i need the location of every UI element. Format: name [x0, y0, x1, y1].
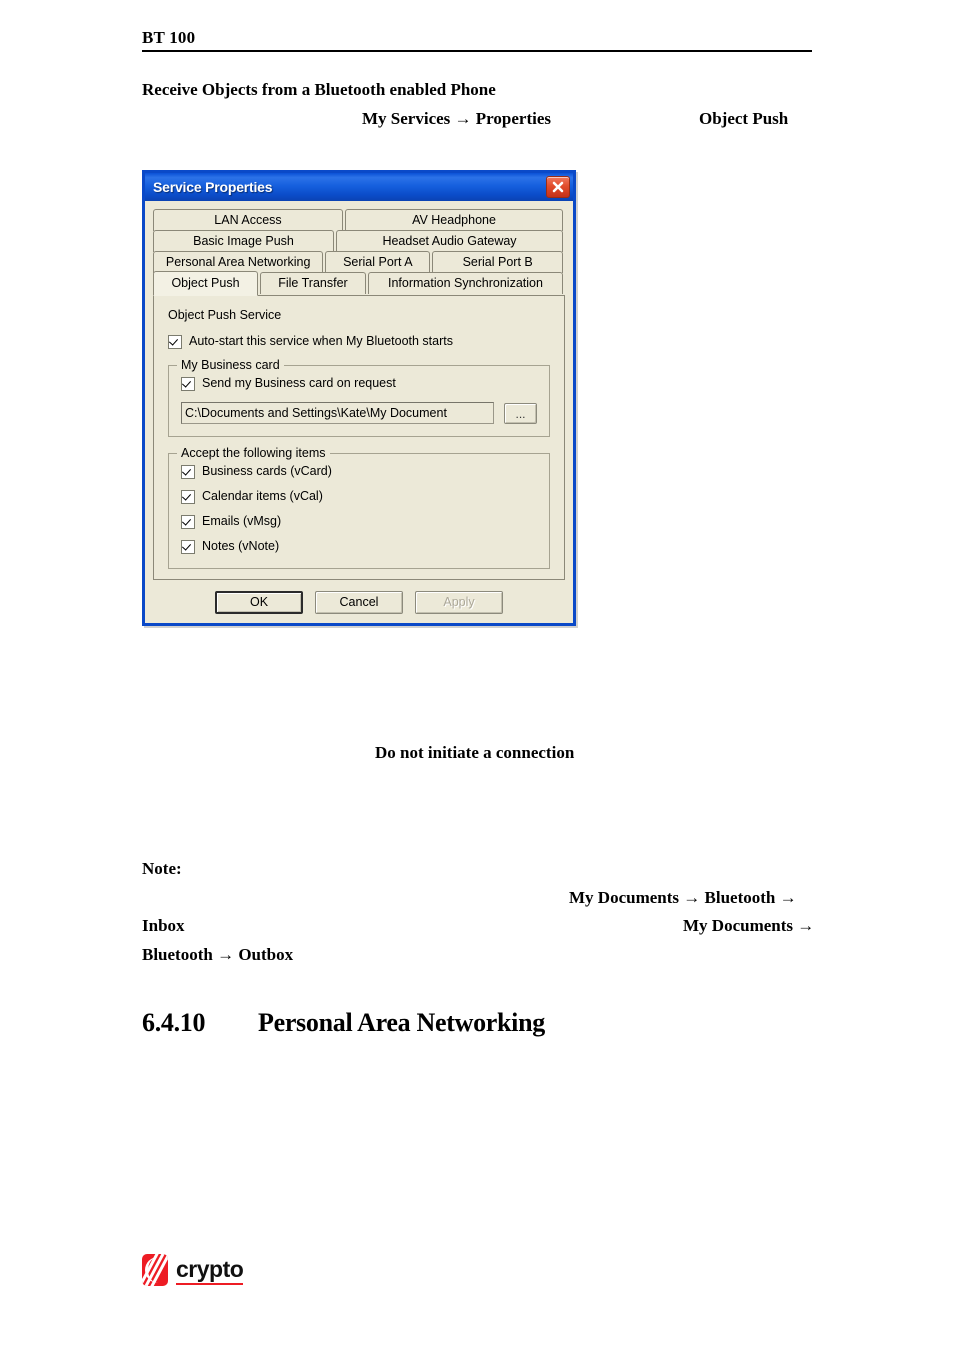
dialog-button-row: OK Cancel Apply	[153, 580, 565, 616]
send-business-card-checkbox[interactable]	[181, 377, 195, 391]
note-path-line-3: Bluetooth → Outbox	[142, 945, 294, 964]
crypto-logo-label: crypto	[176, 1255, 244, 1282]
business-card-path-row: C:\Documents and Settings\Kate\My Docume…	[181, 402, 537, 424]
service-properties-dialog: Service Properties LAN Access AV Headpho…	[142, 170, 576, 626]
crypto-logo-wordmark: crypto	[176, 1255, 244, 1285]
accept-vcard-label: Business cards (vCard)	[202, 464, 332, 478]
tab-serial-port-a[interactable]: Serial Port A	[325, 251, 431, 273]
tab-row: Personal Area Networking Serial Port A S…	[153, 251, 565, 273]
menu-path-line: My Services → Properties	[362, 109, 551, 128]
apply-button: Apply	[415, 591, 503, 614]
accept-vmsg-label: Emails (vMsg)	[202, 514, 282, 528]
note-inbox-label: Inbox	[142, 916, 185, 935]
tab-file-transfer[interactable]: File Transfer	[259, 272, 366, 294]
tab-row: Basic Image Push Headset Audio Gateway	[153, 230, 565, 252]
section-subheading: Receive Objects from a Bluetooth enabled…	[142, 80, 496, 99]
figure-caption: Do not initiate a connection	[375, 743, 575, 762]
dialog-title: Service Properties	[153, 179, 273, 195]
accept-vcard-checkbox[interactable]	[181, 465, 195, 479]
business-card-group: My Business card Send my Business card o…	[168, 358, 550, 437]
service-name-label: Object Push Service	[168, 308, 282, 322]
accept-vcal-checkbox[interactable]	[181, 490, 195, 504]
crypto-logo-underline	[176, 1282, 244, 1285]
send-business-card-row[interactable]: Send my Business card on request	[181, 376, 537, 391]
document-header-title: BT 100	[142, 28, 196, 47]
tab-information-synchronization[interactable]: Information Synchronization	[367, 272, 563, 294]
tab-object-push[interactable]: Object Push	[153, 271, 258, 296]
accept-items-group-title: Accept the following items	[177, 446, 330, 460]
tab-panel-object-push: Object Push Service Auto-start this serv…	[153, 295, 565, 580]
section-title: Personal Area Networking	[258, 1008, 545, 1037]
page-header: BT 100	[142, 28, 812, 52]
accept-item-row[interactable]: Business cards (vCard)	[181, 464, 537, 479]
crypto-logo: crypto	[142, 1254, 244, 1286]
tab-personal-area-networking[interactable]: Personal Area Networking	[153, 251, 324, 273]
business-card-path-input[interactable]: C:\Documents and Settings\Kate\My Docume…	[181, 402, 494, 424]
object-push-emphasis: Object Push	[699, 109, 789, 128]
tab-strip: LAN Access AV Headphone Basic Image Push…	[153, 209, 565, 296]
note-label: Note:	[142, 859, 182, 878]
autostart-checkbox[interactable]	[168, 335, 182, 349]
tab-av-headphone[interactable]: AV Headphone	[345, 209, 563, 231]
accept-items-group: Accept the following items Business card…	[168, 446, 550, 569]
send-business-card-label: Send my Business card on request	[202, 376, 396, 390]
cancel-button[interactable]: Cancel	[315, 591, 403, 614]
accept-vnote-label: Notes (vNote)	[202, 539, 280, 553]
ok-button[interactable]: OK	[215, 591, 303, 614]
accept-item-row[interactable]: Emails (vMsg)	[181, 514, 537, 529]
accept-item-row[interactable]: Notes (vNote)	[181, 539, 537, 554]
close-icon[interactable]	[546, 176, 570, 198]
tab-serial-port-b[interactable]: Serial Port B	[432, 251, 564, 273]
accept-vmsg-checkbox[interactable]	[181, 515, 195, 529]
browse-button[interactable]: ...	[504, 402, 537, 424]
tab-basic-image-push[interactable]: Basic Image Push	[153, 230, 334, 252]
autostart-label: Auto-start this service when My Bluetoot…	[189, 334, 453, 348]
header-rule	[142, 50, 812, 52]
crypto-logo-mark-icon	[142, 1254, 168, 1286]
tab-row: LAN Access AV Headphone	[153, 209, 565, 231]
tab-lan-access[interactable]: LAN Access	[153, 209, 343, 231]
accept-item-row[interactable]: Calendar items (vCal)	[181, 489, 537, 504]
autostart-row[interactable]: Auto-start this service when My Bluetoot…	[168, 334, 550, 349]
dialog-body: LAN Access AV Headphone Basic Image Push…	[145, 201, 573, 623]
accept-vnote-checkbox[interactable]	[181, 540, 195, 554]
note-path-line-2: My Documents →	[683, 916, 815, 935]
accept-vcal-label: Calendar items (vCal)	[202, 489, 323, 503]
tab-headset-audio-gateway[interactable]: Headset Audio Gateway	[336, 230, 563, 252]
dialog-titlebar[interactable]: Service Properties	[142, 170, 576, 201]
section-number: 6.4.10	[142, 1008, 206, 1037]
business-card-group-title: My Business card	[177, 358, 284, 372]
tab-row: Object Push File Transfer Information Sy…	[153, 271, 565, 296]
note-path-line-1: My Documents → Bluetooth →	[569, 888, 797, 907]
